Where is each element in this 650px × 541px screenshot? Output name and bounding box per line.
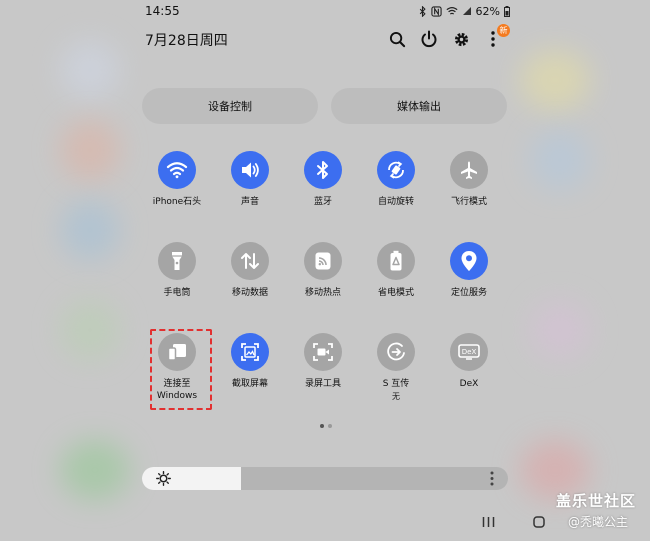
new-badge: 新 (497, 24, 510, 37)
nfc-icon (430, 5, 442, 17)
media-output-label: 媒体输出 (397, 100, 441, 113)
home-icon (533, 516, 545, 528)
svg-text:DeX: DeX (462, 348, 477, 356)
tile-screenshot[interactable]: 截取屏幕 (215, 333, 285, 390)
dex-icon: DeX (450, 333, 488, 371)
background-blob (60, 40, 120, 100)
hotspot-icon (304, 242, 342, 280)
watermark-line2: @秃曦公主 (568, 515, 629, 529)
tile-quick-share[interactable]: S 互传无 (361, 333, 431, 402)
tile-label: S 互传 (382, 379, 410, 389)
screen-recorder-icon (304, 333, 342, 371)
power-button[interactable] (418, 28, 440, 50)
tile-label: 蓝牙 (313, 197, 332, 207)
highlight-box (150, 329, 212, 410)
tile-flashlight[interactable]: 手电筒 (142, 242, 212, 299)
tile-label: 声音 (240, 197, 259, 207)
background-blob (60, 300, 120, 360)
home-button[interactable] (533, 516, 545, 528)
battery-icon (504, 5, 510, 17)
tile-label: 自动旋转 (377, 197, 414, 207)
tile-screen-recorder[interactable]: 录屏工具 (288, 333, 358, 390)
quick-share-icon (377, 333, 415, 371)
tile-label: 截取屏幕 (231, 379, 268, 389)
tile-label: iPhone石头 (152, 197, 202, 207)
background-blob (60, 120, 120, 180)
signal-icon (462, 7, 471, 15)
header-actions: 新 (386, 24, 510, 50)
background-blob (520, 50, 590, 110)
wifi-icon (158, 151, 196, 189)
tile-wifi[interactable]: iPhone石头 (142, 151, 212, 208)
settings-button[interactable] (450, 28, 472, 50)
flashlight-icon (158, 242, 196, 280)
tile-bluetooth[interactable]: 蓝牙 (288, 151, 358, 208)
airplane-icon (450, 151, 488, 189)
tile-label: 手电筒 (163, 288, 191, 298)
tile-sublabel: 无 (392, 392, 400, 401)
tile-airplane[interactable]: 飞行模式 (434, 151, 504, 208)
tile-hotspot[interactable]: 移动热点 (288, 242, 358, 299)
watermark-line1: 盖乐世社区 (556, 492, 637, 510)
sound-icon (231, 151, 269, 189)
tile-label: 移动热点 (304, 288, 341, 298)
search-button[interactable] (386, 28, 408, 50)
wifi-status-icon (446, 6, 458, 15)
device-control-button[interactable]: 设备控制 (142, 88, 318, 124)
mobile-data-icon (231, 242, 269, 280)
tile-label: 定位服务 (450, 288, 487, 298)
sun-icon (156, 471, 171, 486)
tile-sound[interactable]: 声音 (215, 151, 285, 208)
tile-power-saving[interactable]: 省电模式 (361, 242, 431, 299)
more-options-button[interactable]: 新 (482, 24, 510, 50)
brightness-slider[interactable] (142, 467, 508, 490)
screenshot-icon (231, 333, 269, 371)
tile-dex[interactable]: DeX DeX (434, 333, 504, 390)
bluetooth-icon (304, 151, 342, 189)
page-dot-active (320, 424, 324, 428)
background-blob (530, 300, 590, 360)
battery-percent: 62% (475, 4, 500, 18)
tile-label: 录屏工具 (304, 379, 341, 389)
status-icons: 62% (418, 5, 510, 18)
gear-icon (454, 32, 468, 46)
recent-apps-button[interactable] (482, 516, 495, 528)
brightness-more-icon[interactable] (490, 471, 494, 486)
tile-label: 省电模式 (377, 288, 414, 298)
page-dot (328, 424, 332, 428)
status-bar: 14:55 62% (145, 2, 510, 20)
background-blob (60, 200, 120, 260)
power-saving-icon (377, 242, 415, 280)
tile-label: 移动数据 (231, 288, 268, 298)
status-time: 14:55 (145, 4, 180, 18)
tile-location[interactable]: 定位服务 (434, 242, 504, 299)
page-indicator (320, 424, 332, 428)
bluetooth-status-icon (419, 5, 426, 17)
tile-auto-rotate[interactable]: 自动旋转 (361, 151, 431, 208)
more-vertical-icon (491, 31, 495, 47)
power-icon (421, 30, 437, 48)
location-icon (450, 242, 488, 280)
tile-label: 飞行模式 (450, 197, 487, 207)
device-control-label: 设备控制 (208, 100, 252, 113)
background-blob (530, 130, 590, 190)
search-icon (389, 31, 405, 47)
tile-mobile-data[interactable]: 移动数据 (215, 242, 285, 299)
auto-rotate-icon (377, 151, 415, 189)
recent-apps-icon (482, 517, 495, 527)
background-blob (60, 440, 130, 500)
date-label: 7月28日周四 (145, 33, 228, 49)
media-output-button[interactable]: 媒体输出 (331, 88, 507, 124)
tile-label: DeX (459, 379, 479, 389)
